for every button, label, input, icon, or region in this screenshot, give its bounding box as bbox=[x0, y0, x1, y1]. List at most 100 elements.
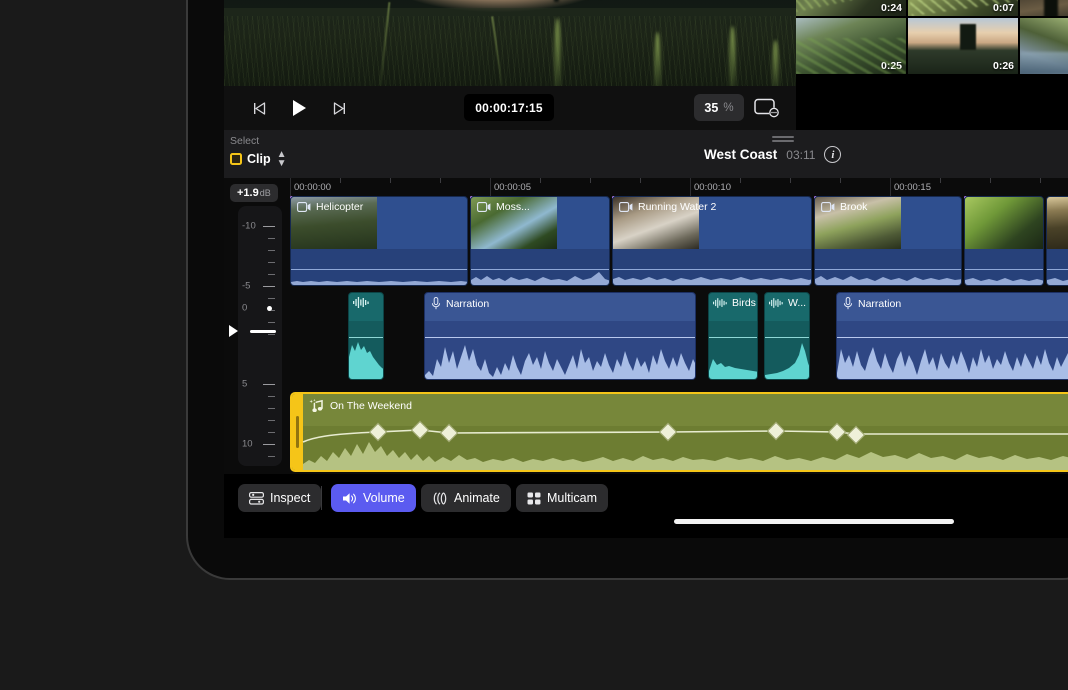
toolbar-divider bbox=[321, 486, 322, 510]
volume-tick bbox=[263, 226, 275, 227]
clip-label-group: On The Weekend bbox=[309, 399, 412, 413]
clip-waveform bbox=[613, 269, 812, 285]
volume-button[interactable]: Volume bbox=[331, 484, 416, 512]
volume-tick bbox=[268, 334, 275, 335]
viewer-tree-tall bbox=[554, 0, 559, 2]
skip-previous-icon[interactable] bbox=[242, 91, 276, 125]
volume-scale-label: 0 bbox=[242, 303, 247, 314]
zoom-level-value: 35 bbox=[704, 101, 718, 115]
volume-slider-handle[interactable] bbox=[250, 330, 276, 333]
volume-tick bbox=[268, 420, 275, 421]
ruler-tick bbox=[840, 178, 841, 183]
thumbnail-duration: 0:07 bbox=[993, 2, 1014, 14]
clip-waveform bbox=[765, 337, 810, 379]
clip-label-group: Moss... bbox=[477, 201, 530, 213]
clip-waveform bbox=[837, 337, 1068, 379]
audio-clip[interactable] bbox=[348, 292, 384, 380]
volume-scale-label: 5 bbox=[242, 379, 247, 390]
volume-tick bbox=[268, 262, 275, 263]
browser-thumbnail[interactable]: 0:26 bbox=[908, 18, 1018, 74]
project-info-group: West Coast 03:11 i bbox=[704, 146, 841, 163]
select-tool-label: Select bbox=[230, 135, 287, 147]
browser-thumbnail[interactable]: 0:25 bbox=[796, 18, 906, 74]
volume-tick bbox=[263, 384, 275, 385]
waveform-icon bbox=[713, 298, 727, 308]
browser-thumbnail[interactable] bbox=[1020, 0, 1068, 16]
inspect-button[interactable]: Inspect bbox=[238, 484, 321, 512]
ruler-tick bbox=[440, 178, 441, 183]
video-clip[interactable] bbox=[1046, 196, 1068, 286]
audio-clip[interactable]: W... bbox=[764, 292, 810, 380]
video-clip[interactable]: Brook bbox=[814, 196, 962, 286]
video-clip[interactable]: Moss... bbox=[470, 196, 610, 286]
waveform-icon bbox=[353, 297, 369, 308]
timecode-display[interactable]: 00:00:17:15 bbox=[464, 94, 554, 121]
volume-tick bbox=[268, 408, 275, 409]
narration-clip[interactable]: Narration bbox=[836, 292, 1068, 380]
inspect-icon bbox=[249, 492, 264, 505]
clip-waveform bbox=[425, 337, 696, 379]
viewer-image[interactable] bbox=[224, 0, 796, 86]
clip-waveform bbox=[291, 269, 468, 285]
viewer-grass-texture bbox=[224, 16, 796, 86]
video-clip-icon bbox=[821, 202, 835, 212]
animate-button[interactable]: Animate bbox=[421, 484, 511, 512]
browser-thumbnail[interactable] bbox=[1020, 18, 1068, 74]
clip-label-group: Narration bbox=[843, 297, 901, 310]
video-clip[interactable] bbox=[964, 196, 1044, 286]
info-icon[interactable]: i bbox=[824, 146, 841, 163]
gain-value: +1.9 bbox=[237, 187, 259, 199]
volume-rail: +1.9dB -10 -5 0 bbox=[228, 178, 290, 474]
home-indicator[interactable] bbox=[674, 519, 954, 524]
thumbnail-duration: 0:25 bbox=[881, 60, 902, 72]
ruler-divider bbox=[890, 178, 891, 196]
clip-label-group: Birds bbox=[713, 297, 756, 309]
microphone-icon bbox=[431, 297, 441, 310]
timeline-ruler[interactable]: 00:00:00 00:00:05 00:00:10 00:00:15 bbox=[290, 178, 1068, 196]
ruler-tick bbox=[940, 178, 941, 183]
video-clip-icon bbox=[297, 202, 311, 212]
video-clip[interactable]: Helicopter bbox=[290, 196, 468, 286]
display-options-icon[interactable] bbox=[752, 95, 782, 121]
music-clip[interactable]: On The Weekend bbox=[290, 392, 1068, 472]
volume-slider-track[interactable]: -10 -5 0 5 bbox=[238, 206, 282, 466]
panel-grabber-handle[interactable] bbox=[772, 136, 794, 143]
volume-tick bbox=[263, 444, 275, 445]
clip-label-group bbox=[353, 297, 374, 308]
zoom-level-field[interactable]: 35 % bbox=[694, 94, 744, 121]
clip-waveform bbox=[471, 269, 610, 285]
browser-thumbnail[interactable]: 0:07 bbox=[908, 0, 1018, 16]
clip-waveform bbox=[965, 269, 1044, 285]
ruler-tick bbox=[1040, 178, 1041, 183]
clip-name: Brook bbox=[840, 201, 867, 213]
microphone-icon bbox=[843, 297, 853, 310]
select-tool-group: Select Clip ▲▼ bbox=[230, 135, 287, 168]
volume-tick bbox=[268, 322, 275, 323]
select-mode-dropdown[interactable]: Clip ▲▼ bbox=[230, 150, 287, 168]
playhead-pointer-icon bbox=[229, 325, 238, 337]
animate-icon bbox=[432, 492, 448, 505]
gain-badge[interactable]: +1.9dB bbox=[230, 184, 278, 202]
viewer-water bbox=[319, 0, 620, 1]
clip-waveform bbox=[709, 337, 758, 379]
clip-thumbnail bbox=[1047, 197, 1068, 249]
clip-name: Running Water 2 bbox=[638, 201, 716, 213]
ruler-tick bbox=[990, 178, 991, 183]
clip-label-group: Brook bbox=[821, 201, 867, 213]
skip-next-icon[interactable] bbox=[322, 91, 356, 125]
clip-waveform bbox=[815, 269, 962, 285]
narration-clip[interactable]: Narration bbox=[424, 292, 696, 380]
browser-thumbnail[interactable]: 0:24 bbox=[796, 0, 906, 16]
clip-waveform bbox=[349, 337, 384, 379]
volume-tick bbox=[268, 456, 275, 457]
video-clip[interactable]: Running Water 2 bbox=[612, 196, 812, 286]
transport-bar: 00:00:17:15 35 % bbox=[224, 86, 796, 130]
clip-name: Helicopter bbox=[316, 201, 363, 213]
bottom-toolbar: Inspect Volume Animate bbox=[224, 474, 1068, 538]
audio-clip[interactable]: Birds bbox=[708, 292, 758, 380]
clip-select-icon bbox=[230, 153, 242, 165]
multicam-button[interactable]: Multicam bbox=[516, 484, 608, 512]
clip-name: Birds bbox=[732, 297, 756, 309]
ruler-label: 00:00:00 bbox=[294, 182, 331, 193]
play-icon[interactable] bbox=[282, 91, 316, 125]
